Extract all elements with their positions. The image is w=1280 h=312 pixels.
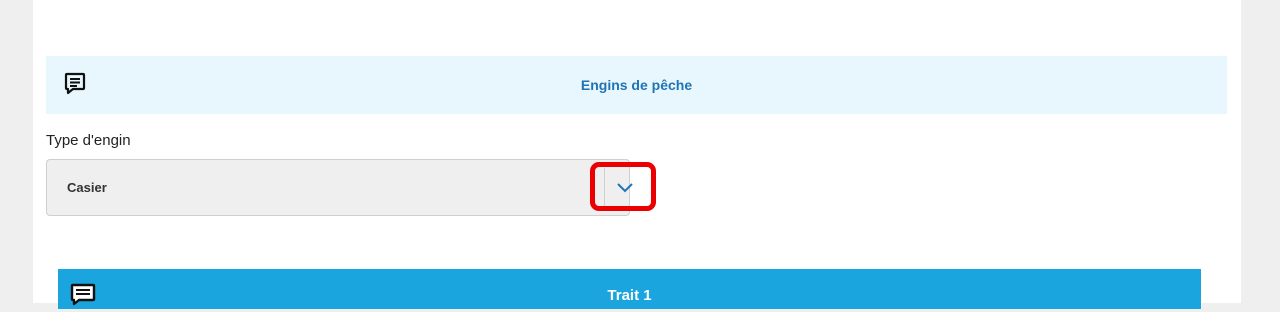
gear-type-selected-value: Casier <box>67 180 107 195</box>
trait-header: Trait 1 <box>58 269 1201 309</box>
section-header-engins: Engins de pêche <box>46 56 1227 114</box>
trait-title: Trait 1 <box>607 287 652 304</box>
gear-type-label: Type d'engin <box>46 132 131 149</box>
chevron-down-icon <box>617 183 633 193</box>
page-content: Engins de pêche Type d'engin Casier Trai… <box>33 0 1241 309</box>
section-title: Engins de pêche <box>580 77 693 93</box>
dropdown-toggle-button[interactable] <box>590 162 656 211</box>
gear-type-select[interactable]: Casier <box>46 159 656 216</box>
